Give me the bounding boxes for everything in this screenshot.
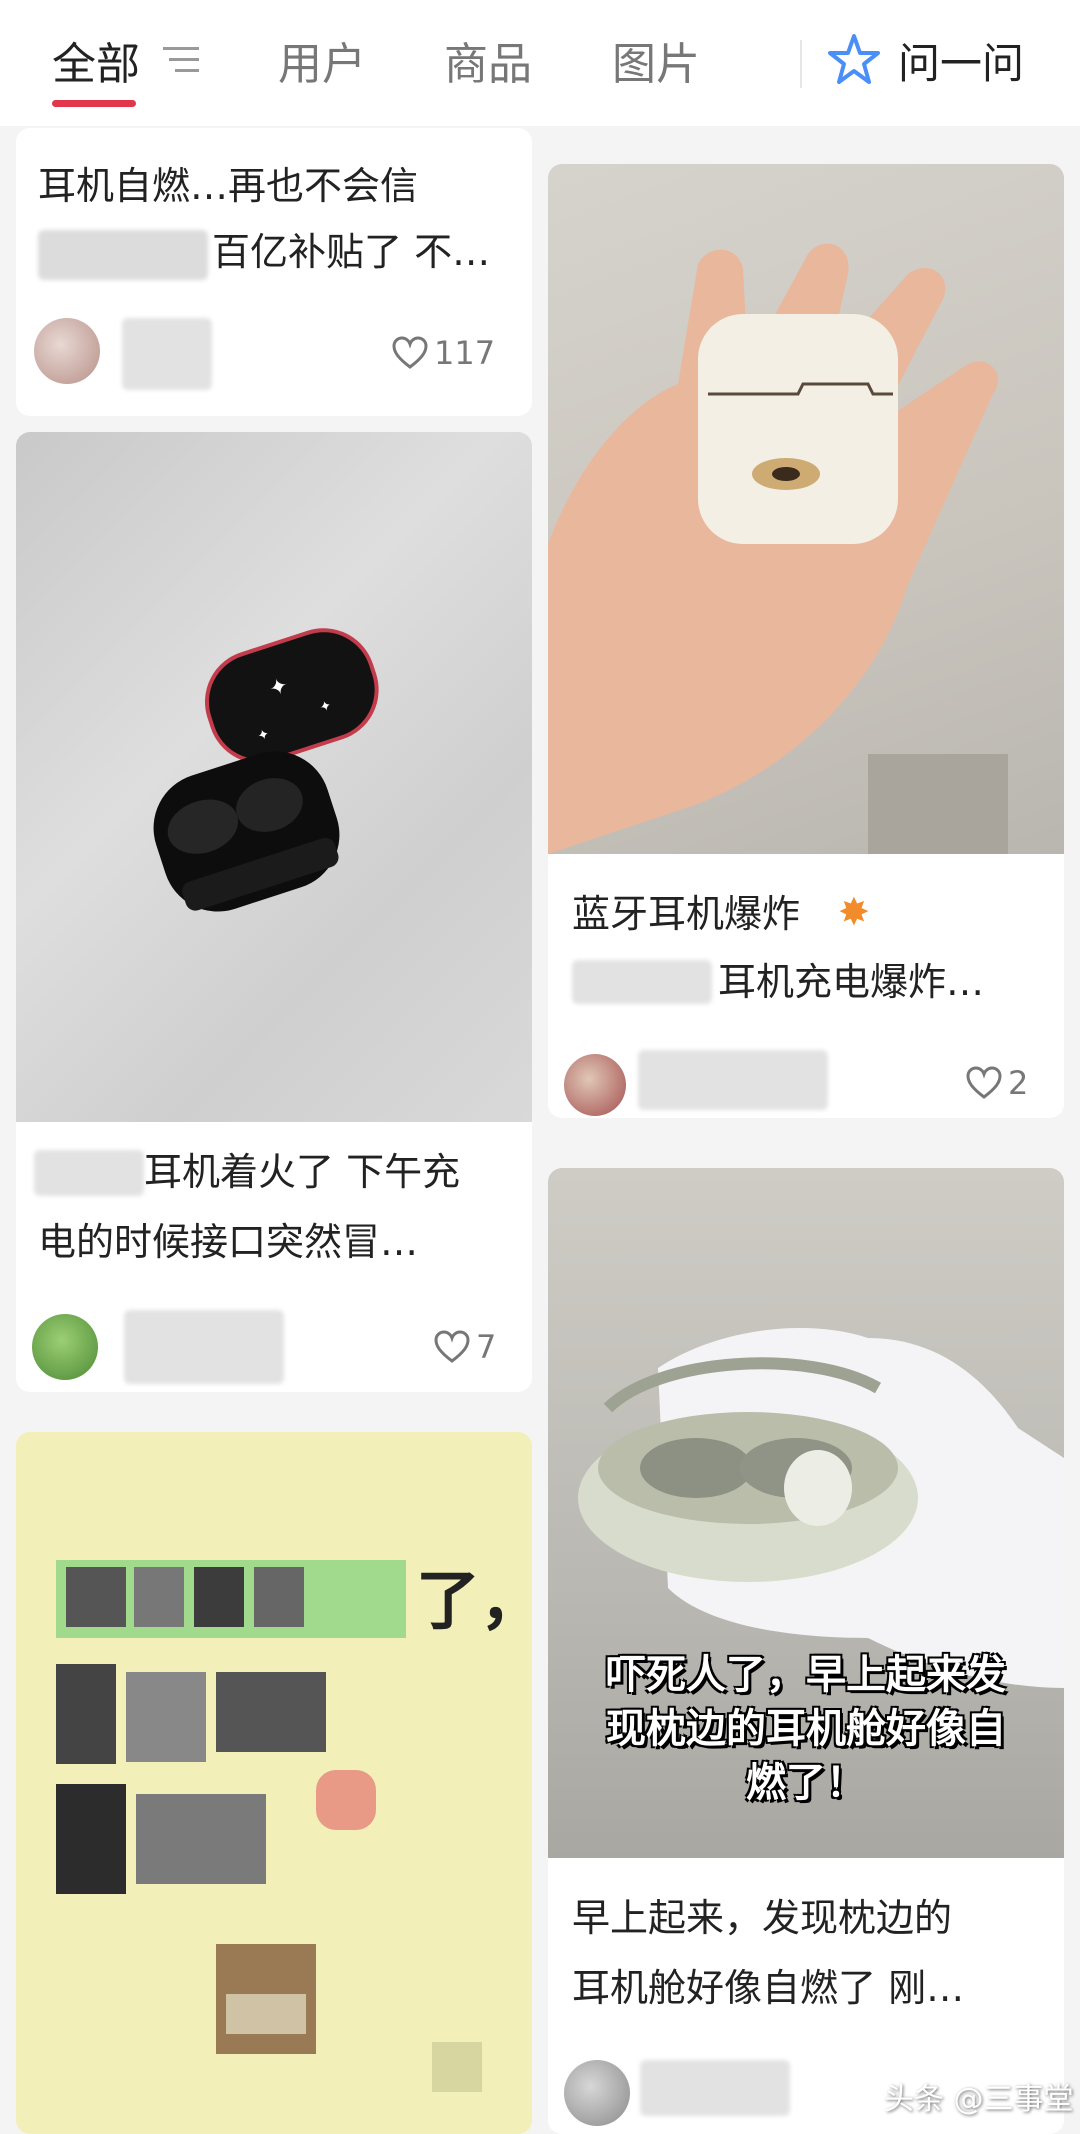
card-photo: 吓死人了，早上起来发 现枕边的耳机舱好像自 燃了！ bbox=[548, 1168, 1064, 1858]
avatar[interactable] bbox=[34, 318, 100, 384]
avatar[interactable] bbox=[32, 1314, 98, 1380]
tab-all[interactable]: 全部 bbox=[52, 28, 140, 92]
like-count-value: 117 bbox=[434, 334, 496, 372]
heart-icon bbox=[434, 1330, 470, 1363]
filter-icon[interactable] bbox=[163, 45, 201, 75]
blurred-text bbox=[34, 1150, 144, 1196]
card-title-line: 耳机自燃…再也不会信 bbox=[38, 164, 419, 208]
heart-icon bbox=[966, 1066, 1002, 1099]
card-title-line: 百亿补贴了 不… bbox=[212, 230, 491, 274]
search-tab-bar: 全部 用户 商品 图片 问一问 bbox=[0, 0, 1080, 126]
burnt-case-photo bbox=[548, 243, 1008, 854]
caption-line: 燃了！ bbox=[746, 1760, 866, 1806]
card-title-line: 耳机着火了 下午充 bbox=[144, 1150, 461, 1194]
visible-text: 了， bbox=[416, 1565, 532, 1639]
result-card[interactable]: ✦ ✦ ✦ 耳机着火了 下午充 电的时候接口突然冒… 7 bbox=[16, 432, 532, 1392]
caption-line: 现枕边的耳机舱好像自 bbox=[606, 1706, 1006, 1752]
card-title-line: 耳机充电爆炸… bbox=[718, 960, 985, 1004]
active-tab-indicator bbox=[52, 100, 136, 107]
card-title-line: 早上起来，发现枕边的 bbox=[572, 1896, 953, 1940]
card-photo: ✦ ✦ ✦ bbox=[16, 432, 532, 1122]
card-title-line: 耳机舱好像自燃了 刚… bbox=[572, 1966, 965, 2010]
blurred-text bbox=[572, 960, 712, 1004]
avatar[interactable] bbox=[564, 2060, 630, 2126]
card-photo bbox=[548, 164, 1064, 854]
tab-images[interactable]: 图片 bbox=[612, 28, 700, 92]
result-card[interactable]: 耳机自燃…再也不会信 百亿补贴了 不… 117 bbox=[16, 128, 532, 416]
pixelated-image bbox=[56, 1560, 482, 2092]
heart-icon bbox=[392, 336, 428, 369]
card-title-line: 电的时候接口突然冒… bbox=[38, 1220, 419, 1264]
blurred-username bbox=[122, 318, 212, 390]
like-count[interactable]: 7 bbox=[434, 1328, 496, 1366]
blurred-username bbox=[638, 1050, 828, 1110]
watermark: 头条 @三事堂 bbox=[884, 2082, 1074, 2117]
like-count[interactable]: 2 bbox=[966, 1064, 1028, 1102]
blurred-username bbox=[640, 2060, 790, 2116]
ask-button[interactable]: 问一问 bbox=[898, 30, 1024, 91]
like-count-value: 7 bbox=[476, 1328, 497, 1366]
like-count[interactable]: 117 bbox=[392, 334, 495, 372]
tab-users[interactable]: 用户 bbox=[278, 28, 366, 92]
blurred-username bbox=[124, 1310, 284, 1384]
explosion-icon: ✸ bbox=[838, 890, 870, 934]
image-caption-overlay: 吓死人了，早上起来发 现枕边的耳机舱好像自 燃了！ bbox=[548, 1648, 1064, 1810]
like-count-value: 2 bbox=[1008, 1064, 1029, 1102]
blurred-text bbox=[38, 230, 208, 280]
result-card[interactable]: 吓死人了，早上起来发 现枕边的耳机舱好像自 燃了！ 早上起来，发现枕边的 耳机舱… bbox=[548, 1168, 1064, 2134]
burnt-case-photo: ✦ ✦ ✦ bbox=[153, 628, 379, 912]
caption-line: 吓死人了，早上起来发 bbox=[606, 1652, 1006, 1698]
result-card[interactable]: 蓝牙耳机爆炸 ✸ 耳机充电爆炸… 2 bbox=[548, 164, 1064, 1118]
avatar[interactable] bbox=[564, 1054, 626, 1116]
tab-products[interactable]: 商品 bbox=[444, 28, 532, 92]
result-card[interactable]: 了， bbox=[16, 1432, 532, 2134]
ai-star-icon[interactable] bbox=[827, 33, 881, 87]
divider bbox=[800, 40, 802, 88]
card-title-line: 蓝牙耳机爆炸 bbox=[572, 892, 801, 936]
